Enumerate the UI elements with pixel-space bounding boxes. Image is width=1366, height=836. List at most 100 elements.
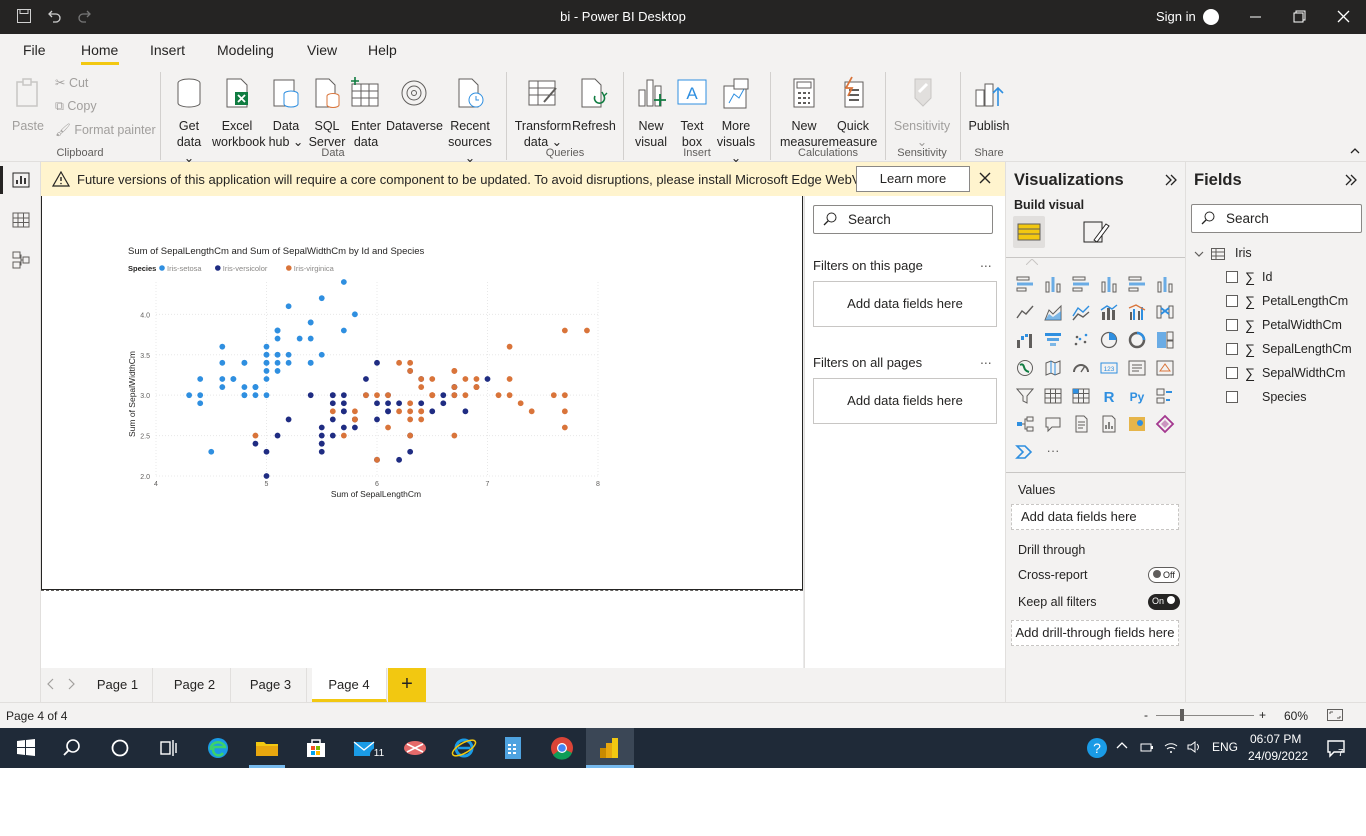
- search-icon[interactable]: [58, 734, 86, 762]
- transform-data-button[interactable]: Transform data ⌄: [514, 76, 572, 150]
- data-hub-button[interactable]: Data hub ⌄: [268, 76, 304, 150]
- account-avatar[interactable]: [1203, 9, 1219, 25]
- dismiss-warning-icon[interactable]: [979, 168, 991, 189]
- data-point[interactable]: [374, 456, 380, 463]
- tab-modeling[interactable]: Modeling: [217, 42, 274, 58]
- key-influencers-icon[interactable]: [1155, 386, 1175, 406]
- report-page[interactable]: Sum of SepalLengthCm and Sum of SepalWid…: [41, 196, 803, 590]
- data-point[interactable]: [274, 359, 281, 366]
- new-measure-button[interactable]: New measure: [780, 76, 829, 150]
- ribbon-chart-icon[interactable]: [1155, 302, 1175, 322]
- data-point[interactable]: [197, 400, 204, 407]
- data-point[interactable]: [506, 376, 513, 382]
- data-point[interactable]: [374, 400, 380, 407]
- r-visual-icon[interactable]: R: [1099, 386, 1119, 406]
- data-point[interactable]: [584, 327, 590, 334]
- data-point[interactable]: [462, 376, 469, 382]
- data-point[interactable]: [285, 351, 292, 358]
- expand-pane-icon[interactable]: [1164, 173, 1178, 192]
- data-point[interactable]: [429, 376, 436, 382]
- field-checkbox[interactable]: [1226, 367, 1238, 379]
- model-view-icon[interactable]: [11, 250, 31, 270]
- data-point[interactable]: [396, 408, 402, 415]
- data-point[interactable]: [451, 432, 458, 439]
- data-point[interactable]: [396, 400, 402, 407]
- notifications-icon[interactable]: [1322, 734, 1350, 762]
- restore-icon[interactable]: [1293, 7, 1307, 30]
- card-icon[interactable]: 123: [1099, 358, 1119, 378]
- data-point[interactable]: [506, 343, 513, 350]
- data-point[interactable]: [318, 448, 325, 455]
- field-checkbox[interactable]: [1226, 295, 1238, 307]
- language-indicator[interactable]: ENG: [1212, 740, 1238, 754]
- add-page-button[interactable]: +: [388, 668, 426, 702]
- data-point[interactable]: [285, 416, 292, 423]
- chart-points[interactable]: [186, 279, 590, 479]
- tab-view[interactable]: View: [307, 42, 337, 58]
- data-point[interactable]: [263, 392, 270, 399]
- data-view-icon[interactable]: [11, 210, 31, 230]
- show-hidden-icons[interactable]: [1116, 740, 1128, 755]
- data-point[interactable]: [451, 392, 458, 399]
- data-point[interactable]: [329, 416, 336, 423]
- wifi-icon[interactable]: [1163, 740, 1179, 757]
- data-point[interactable]: [340, 424, 347, 431]
- publish-button[interactable]: Publish: [966, 76, 1012, 134]
- sign-in-link[interactable]: Sign in: [1156, 9, 1196, 24]
- expand-pane-icon[interactable]: [1344, 173, 1358, 192]
- tab-file[interactable]: File: [23, 42, 46, 58]
- data-point[interactable]: [407, 359, 414, 366]
- data-point[interactable]: [440, 400, 447, 407]
- data-point[interactable]: [241, 384, 248, 390]
- sql-server-button[interactable]: SQL Server: [308, 76, 346, 150]
- data-point[interactable]: [241, 359, 248, 366]
- data-point[interactable]: [418, 384, 425, 390]
- data-point[interactable]: [263, 473, 270, 479]
- task-view-icon[interactable]: [154, 734, 182, 762]
- data-point[interactable]: [329, 432, 336, 439]
- data-point[interactable]: [263, 359, 270, 366]
- data-point[interactable]: [374, 416, 380, 423]
- data-point[interactable]: [252, 392, 259, 399]
- cortana-icon[interactable]: [106, 734, 134, 762]
- data-point[interactable]: [396, 456, 402, 463]
- drill-through-drop-zone[interactable]: Add drill-through fields here: [1011, 620, 1179, 646]
- data-point[interactable]: [517, 400, 524, 407]
- snipping-tool-icon[interactable]: [401, 734, 429, 762]
- clock-time[interactable]: 06:07 PM: [1250, 732, 1301, 746]
- table-iris[interactable]: Iris: [1194, 246, 1252, 260]
- data-point[interactable]: [329, 400, 336, 407]
- data-point[interactable]: [318, 295, 325, 302]
- matrix-icon[interactable]: [1071, 386, 1091, 406]
- data-point[interactable]: [396, 359, 402, 366]
- data-point[interactable]: [263, 368, 270, 374]
- pie-chart-icon[interactable]: [1099, 330, 1119, 350]
- slicer-icon[interactable]: [1015, 386, 1035, 406]
- recent-sources-button[interactable]: Recent sources ⌄: [444, 76, 496, 166]
- power-apps-icon[interactable]: [1155, 414, 1175, 434]
- field-checkbox[interactable]: [1226, 271, 1238, 283]
- data-point[interactable]: [451, 368, 458, 374]
- data-point[interactable]: [407, 368, 414, 374]
- more-options-icon[interactable]: ...: [980, 254, 992, 270]
- report-view-icon[interactable]: [11, 170, 31, 190]
- python-visual-icon[interactable]: Py: [1127, 386, 1147, 406]
- data-point[interactable]: [197, 392, 204, 399]
- clustered-bar-icon[interactable]: [1071, 274, 1091, 294]
- data-point[interactable]: [352, 424, 358, 431]
- data-point[interactable]: [318, 351, 325, 358]
- volume-icon[interactable]: [1187, 740, 1203, 757]
- data-point[interactable]: [528, 408, 535, 415]
- narrative-icon[interactable]: [1071, 414, 1091, 434]
- page-tab-1[interactable]: Page 1: [83, 668, 153, 702]
- data-point[interactable]: [329, 392, 336, 399]
- field-checkbox[interactable]: [1226, 391, 1238, 403]
- data-point[interactable]: [462, 392, 469, 399]
- line-chart-icon[interactable]: [1015, 302, 1035, 322]
- power-automate-icon[interactable]: [1015, 442, 1035, 462]
- data-point[interactable]: [329, 408, 336, 415]
- data-point[interactable]: [484, 376, 491, 382]
- map-icon[interactable]: [1015, 358, 1035, 378]
- data-point[interactable]: [550, 392, 557, 399]
- data-point[interactable]: [318, 432, 325, 439]
